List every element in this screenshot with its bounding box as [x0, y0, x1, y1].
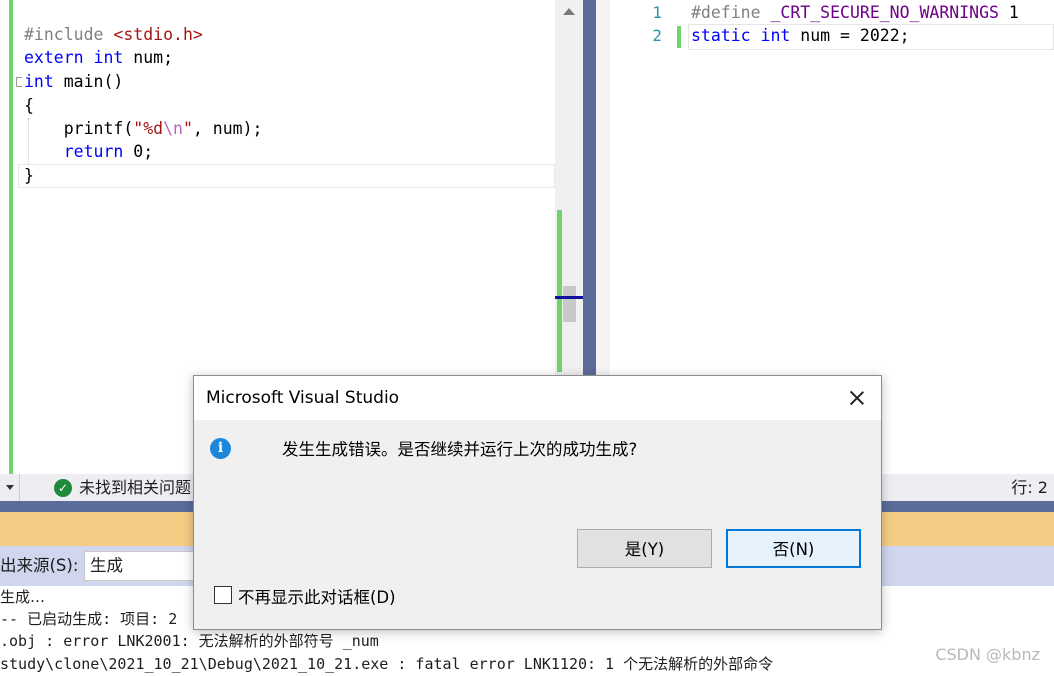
- scroll-map-change-marker: [557, 210, 562, 372]
- dialog-message: 发生生成错误。是否继续并运行上次的成功生成?: [282, 440, 638, 459]
- zoom-dropdown[interactable]: [0, 474, 20, 501]
- output-line: -- 已启动生成: 项目: 2: [0, 610, 178, 628]
- dialog-title-bar[interactable]: Microsoft Visual Studio: [194, 376, 881, 420]
- output-line: study\clone\2021_10_21\Debug\2021_10_21.…: [0, 655, 774, 673]
- current-line-highlight: [18, 164, 555, 188]
- output-source-value: 生成: [90, 556, 123, 575]
- code-line-1: #include <stdio.h>: [24, 25, 203, 44]
- line-number: 2: [652, 26, 662, 45]
- code-line-7: }: [24, 166, 34, 185]
- change-tracking-bar: [9, 0, 13, 474]
- line-indicator: 行: 2: [1011, 478, 1048, 497]
- output-line: .obj : error LNK2001: 无法解析的外部符号 _num: [0, 632, 379, 650]
- scroll-caret-marker: [555, 296, 583, 299]
- code-line-2: static int num = 2022;: [691, 26, 910, 45]
- code-line-4: {: [24, 96, 34, 115]
- code-line-5: printf("%d\n", num);: [24, 119, 263, 138]
- scroll-up-arrow-icon[interactable]: [563, 8, 575, 15]
- dont-show-again-checkbox[interactable]: [214, 586, 232, 604]
- change-tracking-bar: [677, 26, 681, 48]
- check-circle-icon: ✓: [54, 479, 72, 497]
- output-source-label: 出来源(S):: [0, 556, 79, 575]
- code-line-1: #define _CRT_SECURE_NO_WARNINGS 1: [691, 3, 1019, 22]
- chevron-down-icon: [6, 485, 14, 490]
- watermark: CSDN @kbnz: [935, 645, 1040, 664]
- outline-collapse-icon[interactable]: [16, 77, 22, 87]
- info-icon: i: [210, 438, 231, 459]
- dialog-title: Microsoft Visual Studio: [206, 388, 400, 408]
- code-line-6: return 0;: [24, 142, 154, 161]
- close-icon[interactable]: [843, 384, 871, 412]
- yes-button[interactable]: 是(Y): [577, 529, 712, 568]
- no-button[interactable]: 否(N): [726, 529, 861, 568]
- scrollbar-thumb[interactable]: [563, 286, 576, 322]
- output-line: 生成…: [0, 588, 46, 606]
- line-number: 1: [652, 3, 662, 22]
- issues-status-text[interactable]: 未找到相关问题: [79, 474, 191, 501]
- code-line-2: extern int num;: [24, 48, 174, 67]
- dont-show-again-label[interactable]: 不再显示此对话框(D): [238, 584, 396, 608]
- error-dialog: Microsoft Visual Studio i 发生生成错误。是否继续并运行…: [193, 375, 882, 630]
- code-line-3: int main(): [24, 72, 124, 91]
